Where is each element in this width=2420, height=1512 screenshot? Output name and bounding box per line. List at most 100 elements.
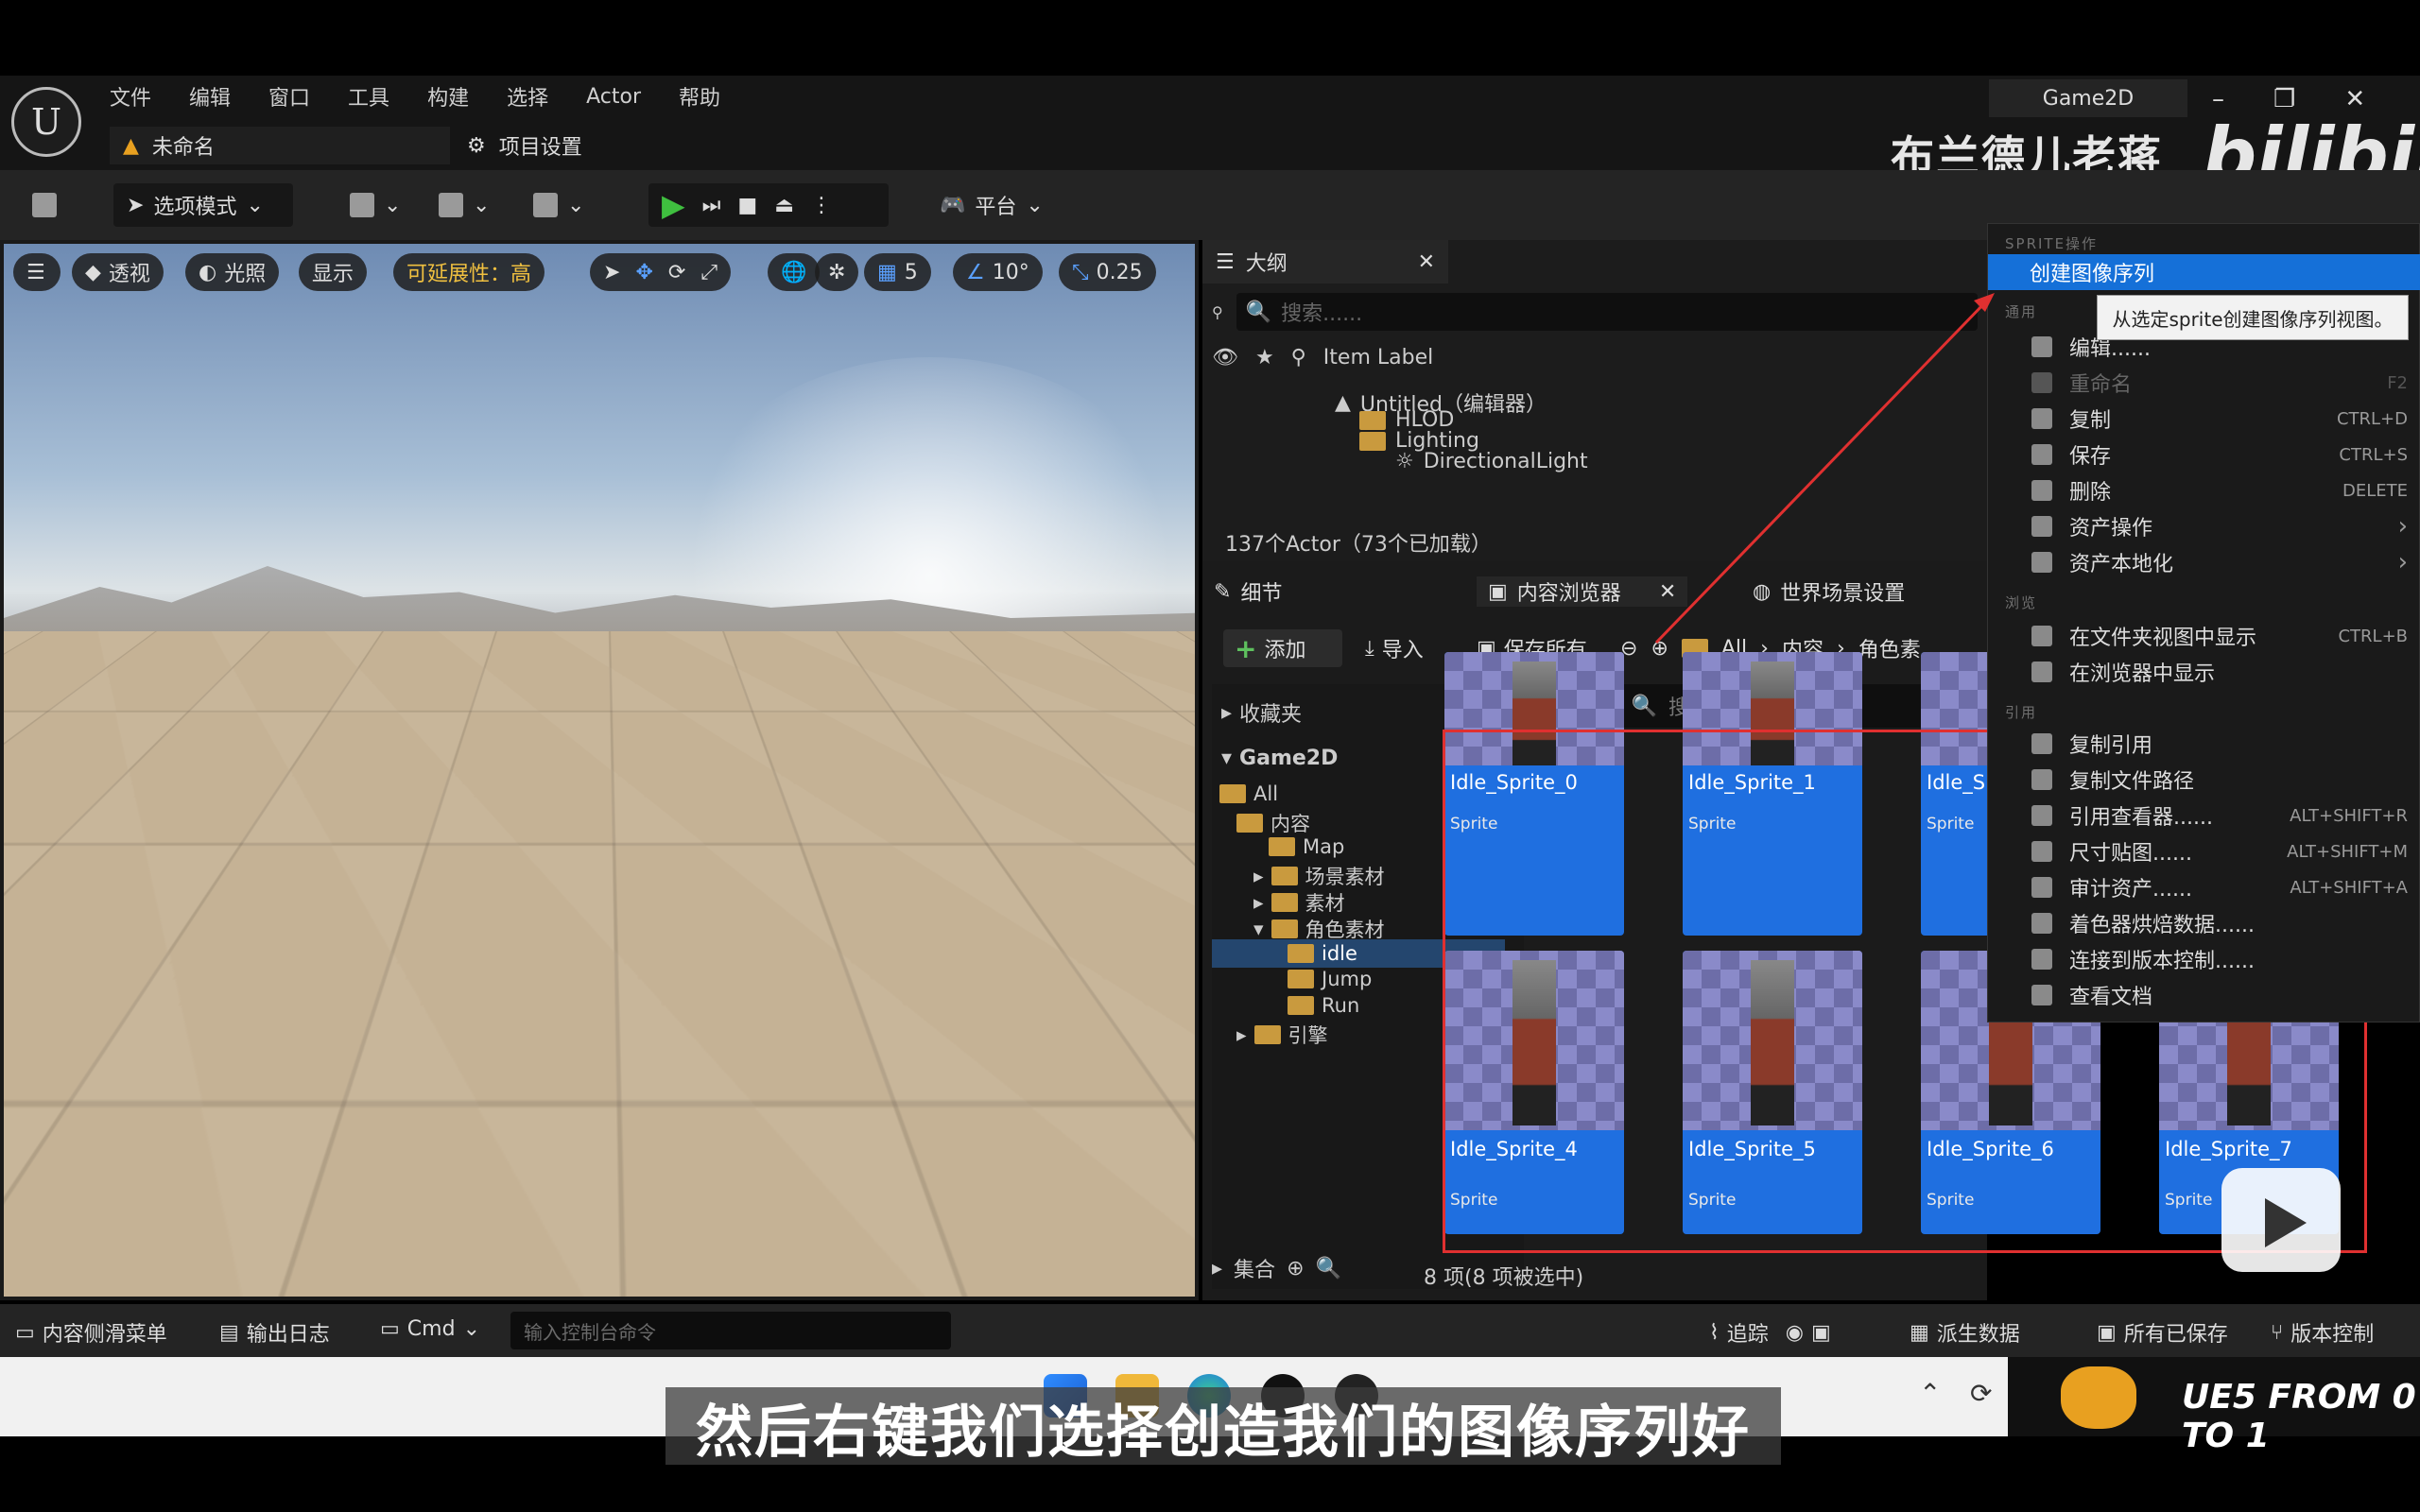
breadcrumb-item[interactable]: 角色素 [1858,633,1921,663]
collections-header[interactable]: ▸ 集合 ⊕ 🔍 [1212,1253,1341,1283]
tab-level[interactable]: ▲ 未命名 [110,127,450,164]
unreal-logo-icon[interactable]: U [11,87,81,157]
menu-item-audit-assets[interactable]: 审计资产...... ALT+SHIFT+A [1988,870,2420,904]
menu-item-copy-path[interactable]: 复制文件路径 [1988,763,2420,797]
grid-snap-button[interactable]: ▦ 5 [864,253,931,291]
star-icon[interactable]: ★ [1255,346,1274,369]
chevron-up-icon[interactable]: ⌃ [1919,1378,1941,1409]
filter-icon[interactable]: ⚲ [1212,303,1223,321]
menu-item-save[interactable]: 保存 CTRL+S [1988,438,2420,472]
menu-item-duplicate[interactable]: 复制 CTRL+D [1988,402,2420,436]
play-icon[interactable]: ▶ [662,187,685,223]
column-item-label[interactable]: Item Label [1323,346,1433,369]
menu-select[interactable]: 选择 [507,81,548,112]
menu-item-size-map[interactable]: 尺寸贴图...... ALT+SHIFT+M [1988,834,2420,868]
tab-project-settings[interactable]: ⚙ 项目设置 [467,127,582,164]
stop-icon[interactable]: ■ [737,194,757,217]
pin-icon[interactable]: ⚲ [1291,346,1306,369]
scalability-button[interactable]: 可延展性：高 [393,253,545,291]
menu-item-copy-reference[interactable]: 复制引用 [1988,727,2420,761]
save-icon[interactable] [19,183,70,227]
content-drawer-button[interactable]: ▭ 内容侧滑菜单 [15,1317,167,1348]
console-input[interactable]: 输入控制台命令 [510,1312,951,1349]
tab-outliner[interactable]: ☰ 大纲 ✕ [1202,240,1448,284]
menu-item-reference-viewer[interactable]: 引用查看器...... ALT+SHIFT+R [1988,799,2420,833]
create-flipbook-item[interactable]: 创建图像序列 [1988,254,2420,290]
trace-button[interactable]: ⌇ 追踪 ◉ ▣ [1709,1317,1831,1348]
search-icon[interactable]: 🔍 [1316,1257,1341,1280]
viewport-menu-icon[interactable]: ☰ [13,253,60,291]
cinematics-button[interactable]: ⌄ [520,183,597,227]
close-icon[interactable]: ✕ [1659,580,1676,604]
output-log-button[interactable]: ▤ 输出日志 [219,1317,330,1348]
forward-icon[interactable]: ⊕ [1651,637,1668,661]
all-saved-button[interactable]: ▣ 所有已保存 [2097,1317,2228,1348]
menu-item-asset-actions[interactable]: 资产操作 › [1988,509,2420,543]
record-icon[interactable]: ◉ [1786,1321,1804,1345]
more-icon[interactable]: ⋮ [811,194,832,217]
save-icon: ▣ [2097,1320,2117,1345]
level-viewport[interactable]: ☰ ◆ 透视 ◐ 光照 显示 可延展性：高 ➤ ✥ ⟳ ⤢ 🌐 ✲ ▦ 5 ∠ 10° … [0,240,1199,1300]
derived-data-button[interactable]: ▦ 派生数据 [1910,1317,2020,1348]
rotate-icon[interactable]: ⟳ [668,261,685,284]
menu-item-localization[interactable]: 资产本地化 › [1988,545,2420,579]
menu-item-documentation[interactable]: 查看文档 [1988,978,2420,1012]
perspective-button[interactable]: ◆ 透视 [72,253,164,291]
menu-item-show-in-explorer[interactable]: 在浏览器中显示 [1988,655,2420,689]
menu-item-delete[interactable]: 删除 DELETE [1988,473,2420,507]
step-icon[interactable]: ⏭ [702,194,721,217]
menu-actor[interactable]: Actor [586,85,641,109]
add-actor-button[interactable]: ⌄ [337,183,414,227]
show-button[interactable]: 显示 [299,253,368,291]
menu-help[interactable]: 帮助 [679,81,720,112]
eye-icon[interactable]: 👁 [1212,346,1238,369]
menu-window[interactable]: 窗口 [268,81,310,112]
close-icon[interactable]: ✕ [2344,85,2365,113]
sync-icon[interactable]: ⟳ [1970,1378,1992,1409]
eject-icon[interactable]: ⏏ [774,194,794,217]
menu-build[interactable]: 构建 [427,81,469,112]
menu-file[interactable]: 文件 [110,81,151,112]
tree-item[interactable]: Run [1288,994,1359,1017]
menu-item-source-control[interactable]: 连接到版本控制...... [1988,942,2420,976]
menu-item-show-in-folder[interactable]: 在文件夹视图中显示 CTRL+B [1988,619,2420,653]
add-icon[interactable]: ⊕ [1287,1257,1304,1280]
blueprint-button[interactable]: ⌄ [425,183,503,227]
tree-item[interactable]: All [1219,782,1278,805]
add-button[interactable]: + 添加 [1223,629,1342,667]
move-icon[interactable]: ✥ [635,261,652,284]
tree-item[interactable]: ▸ 场景素材 [1253,862,1385,890]
select-icon[interactable]: ➤ [603,261,620,284]
lighting-button[interactable]: ◐ 光照 [185,253,280,291]
tab-details[interactable]: ✎ 细节 [1214,576,1282,607]
menu-edit[interactable]: 编辑 [189,81,231,112]
mode-selector[interactable]: ➤ 选项模式 ⌄ [113,183,293,227]
world-space-icon[interactable]: 🌐 [768,253,821,291]
tree-item[interactable]: Jump [1288,968,1372,990]
tree-item[interactable]: 内容 [1236,809,1310,837]
tab-content-browser[interactable]: ▣ 内容浏览器 ✕ [1477,576,1688,607]
outliner-row[interactable]: ☼ DirectionalLight [1395,450,1588,473]
source-control-button[interactable]: ⑂ 版本控制 [2271,1317,2374,1348]
platform-button[interactable]: 🎮 平台 ⌄ [926,183,1057,227]
directional-light-actor[interactable] [543,886,660,1004]
outliner-search-input[interactable]: 🔍 搜索...... [1236,293,1978,331]
minimize-icon[interactable]: – [2212,85,2224,113]
surface-snap-icon[interactable]: ✲ [815,253,859,291]
tree-item[interactable]: Map [1269,835,1344,858]
tab-world-settings[interactable]: ◍ 世界场景设置 [1753,576,1905,607]
angle-snap-button[interactable]: ∠ 10° [953,253,1043,291]
scale-snap-button[interactable]: ⤡ 0.25 [1059,253,1156,291]
menu-item-rename[interactable]: 重命名 F2 [1988,366,2420,400]
tree-item[interactable]: ▸ 引擎 [1236,1021,1328,1049]
menu-item-shader-data[interactable]: 着色器烘焙数据...... [1988,906,2420,940]
camera-icon[interactable]: ▣ [1811,1321,1831,1345]
close-icon[interactable]: ✕ [1418,250,1435,274]
restore-icon[interactable]: ❐ [2273,85,2295,113]
play-controls: ▶ ⏭ ■ ⏏ ⋮ [648,183,889,227]
cmd-selector[interactable]: ▭ Cmd ⌄ [380,1317,480,1341]
tree-item[interactable]: ▸ 素材 [1253,888,1345,917]
menu-tools[interactable]: 工具 [348,81,389,112]
import-button[interactable]: ⤓ 导入 [1354,629,1435,667]
scale-icon[interactable]: ⤢ [700,261,717,284]
